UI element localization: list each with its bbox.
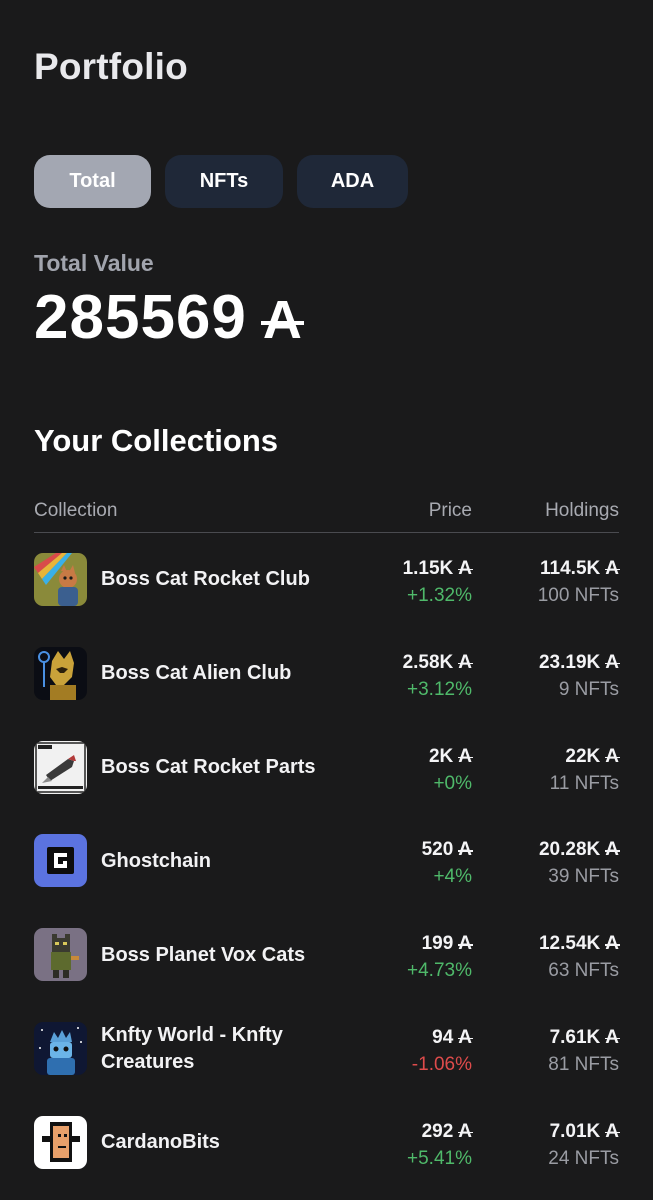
collection-holdings: 7.01K A 24 NFTs [548, 1118, 620, 1172]
price-value: 199 [421, 933, 454, 955]
tab-ada[interactable]: ADA [297, 155, 408, 208]
price-value: 2K [428, 745, 454, 767]
price-change: -1.06% [411, 1053, 472, 1075]
holdings-count: 24 NFTs [548, 1147, 619, 1169]
tab-nfts[interactable]: NFTs [165, 155, 283, 208]
ada-icon: A [604, 555, 620, 582]
column-header-price[interactable]: Price [429, 500, 472, 522]
page-title: Portfolio [34, 46, 188, 87]
knfty-creatures-icon [34, 1021, 87, 1075]
collection-name: Boss Cat Rocket Club [101, 568, 310, 591]
collection-name: Boss Cat Alien Club [101, 662, 292, 685]
price-change: +0% [433, 772, 472, 794]
total-value: 285569 A [34, 282, 305, 353]
collection-name: Knfty World - Knfty Creatures [101, 1023, 283, 1073]
price-change: +4% [433, 866, 472, 888]
holdings-count: 100 NFTs [537, 585, 619, 606]
holdings-value: 12.54K [538, 933, 601, 955]
ada-icon: A [457, 1118, 473, 1145]
price-value: 94 [432, 1026, 454, 1048]
collection-price: 520 A +4% [421, 836, 473, 890]
price-change: +1.32% [407, 585, 472, 606]
price-value: 1.15K [402, 558, 454, 579]
collections-list: Boss Cat Rocket Club 1.15K A +1.32% 114.5… [34, 533, 620, 1190]
collections-title: Your Collections [34, 423, 279, 458]
column-header-collection[interactable]: Collection [34, 500, 117, 522]
collection-holdings: 22K A 11 NFTs [549, 743, 620, 797]
price-change: +4.73% [407, 960, 472, 982]
collection-name: Boss Cat Rocket Parts [101, 755, 316, 778]
collection-row[interactable]: CardanoBits 292 A +5.41% 7.01K A 24 NFTs [34, 1096, 620, 1190]
boss-planet-vox-cats-icon [34, 928, 87, 982]
ada-icon: A [457, 555, 473, 582]
price-value: 520 [421, 839, 454, 861]
ada-icon: A [457, 1024, 473, 1051]
boss-cat-rocket-club-icon [34, 553, 87, 606]
ghostchain-icon [34, 834, 87, 888]
holdings-count: 63 NFTs [548, 960, 619, 982]
cardanobits-icon [34, 1115, 87, 1169]
total-value-amount: 285569 [34, 283, 247, 352]
ada-icon: A [457, 649, 473, 676]
price-value: 292 [421, 1120, 454, 1142]
collection-name: Ghostchain [101, 849, 212, 872]
tab-total[interactable]: Total [34, 155, 151, 208]
collections-table-header: Collection Price Holdings [34, 500, 619, 533]
portfolio-screen: Portfolio Total NFTs ADA Total Value 285… [0, 0, 653, 1200]
holdings-value: 7.01K [549, 1120, 601, 1142]
collection-holdings: 12.54K A 63 NFTs [538, 930, 620, 984]
collection-name: Boss Planet Vox Cats [101, 943, 306, 966]
holdings-count: 11 NFTs [549, 772, 619, 794]
portfolio-tabs: Total NFTs ADA [34, 155, 408, 208]
collection-price: 1.15K A +1.32% [402, 555, 473, 609]
price-change: +3.12% [407, 678, 472, 700]
boss-cat-rocket-parts-icon [34, 740, 87, 794]
collection-holdings: 114.5K A 100 NFTs [537, 555, 620, 609]
collection-row[interactable]: Boss Cat Rocket Parts 2K A +0% 22K A 11 NF… [34, 721, 620, 815]
total-value-label: Total Value [34, 250, 154, 276]
ada-icon: A [457, 930, 473, 957]
ada-icon: A [604, 649, 620, 676]
collection-price: 2K A +0% [428, 743, 473, 797]
holdings-value: 7.61K [549, 1026, 601, 1048]
price-value: 2.58K [402, 651, 454, 673]
holdings-count: 39 NFTs [548, 866, 619, 888]
collection-price: 94 A -1.06% [411, 1024, 473, 1078]
collection-price: 199 A +4.73% [407, 930, 473, 984]
holdings-value: 20.28K [538, 839, 601, 861]
collection-holdings: 23.19K A 9 NFTs [538, 649, 620, 703]
ada-icon: A [457, 743, 473, 770]
collection-row[interactable]: Boss Cat Rocket Club 1.15K A +1.32% 114.5… [34, 533, 620, 627]
ada-icon: A [457, 836, 473, 863]
collection-price: 2.58K A +3.12% [402, 649, 473, 703]
collection-holdings: 7.61K A 81 NFTs [548, 1024, 620, 1078]
collection-row[interactable]: Boss Cat Alien Club 2.58K A +3.12% 23.19K… [34, 627, 620, 721]
holdings-value: 22K [565, 745, 601, 767]
holdings-count: 81 NFTs [548, 1053, 619, 1075]
collection-name: CardanoBits [101, 1131, 220, 1154]
ada-icon: A [604, 743, 620, 770]
collection-holdings: 20.28K A 39 NFTs [538, 836, 620, 890]
ada-icon: A [604, 930, 620, 957]
holdings-value: 114.5K [540, 558, 601, 579]
ada-icon: A [604, 1024, 620, 1051]
price-change: +5.41% [407, 1147, 472, 1169]
holdings-count: 9 NFTs [558, 678, 619, 700]
holdings-value: 23.19K [538, 651, 601, 673]
ada-icon: A [604, 1118, 620, 1145]
ada-currency-icon: A [261, 290, 305, 350]
collection-row[interactable]: Ghostchain 520 A +4% 20.28K A 39 NFTs [34, 814, 620, 908]
collection-row[interactable]: Knfty World - Knfty Creatures 94 A -1.06%… [34, 1002, 620, 1096]
ada-icon: A [604, 836, 620, 863]
collection-row[interactable]: Boss Planet Vox Cats 199 A +4.73% 12.54K A… [34, 908, 620, 1002]
boss-cat-alien-club-icon [34, 646, 87, 700]
column-header-holdings[interactable]: Holdings [545, 500, 619, 522]
collection-price: 292 A +5.41% [407, 1118, 473, 1172]
